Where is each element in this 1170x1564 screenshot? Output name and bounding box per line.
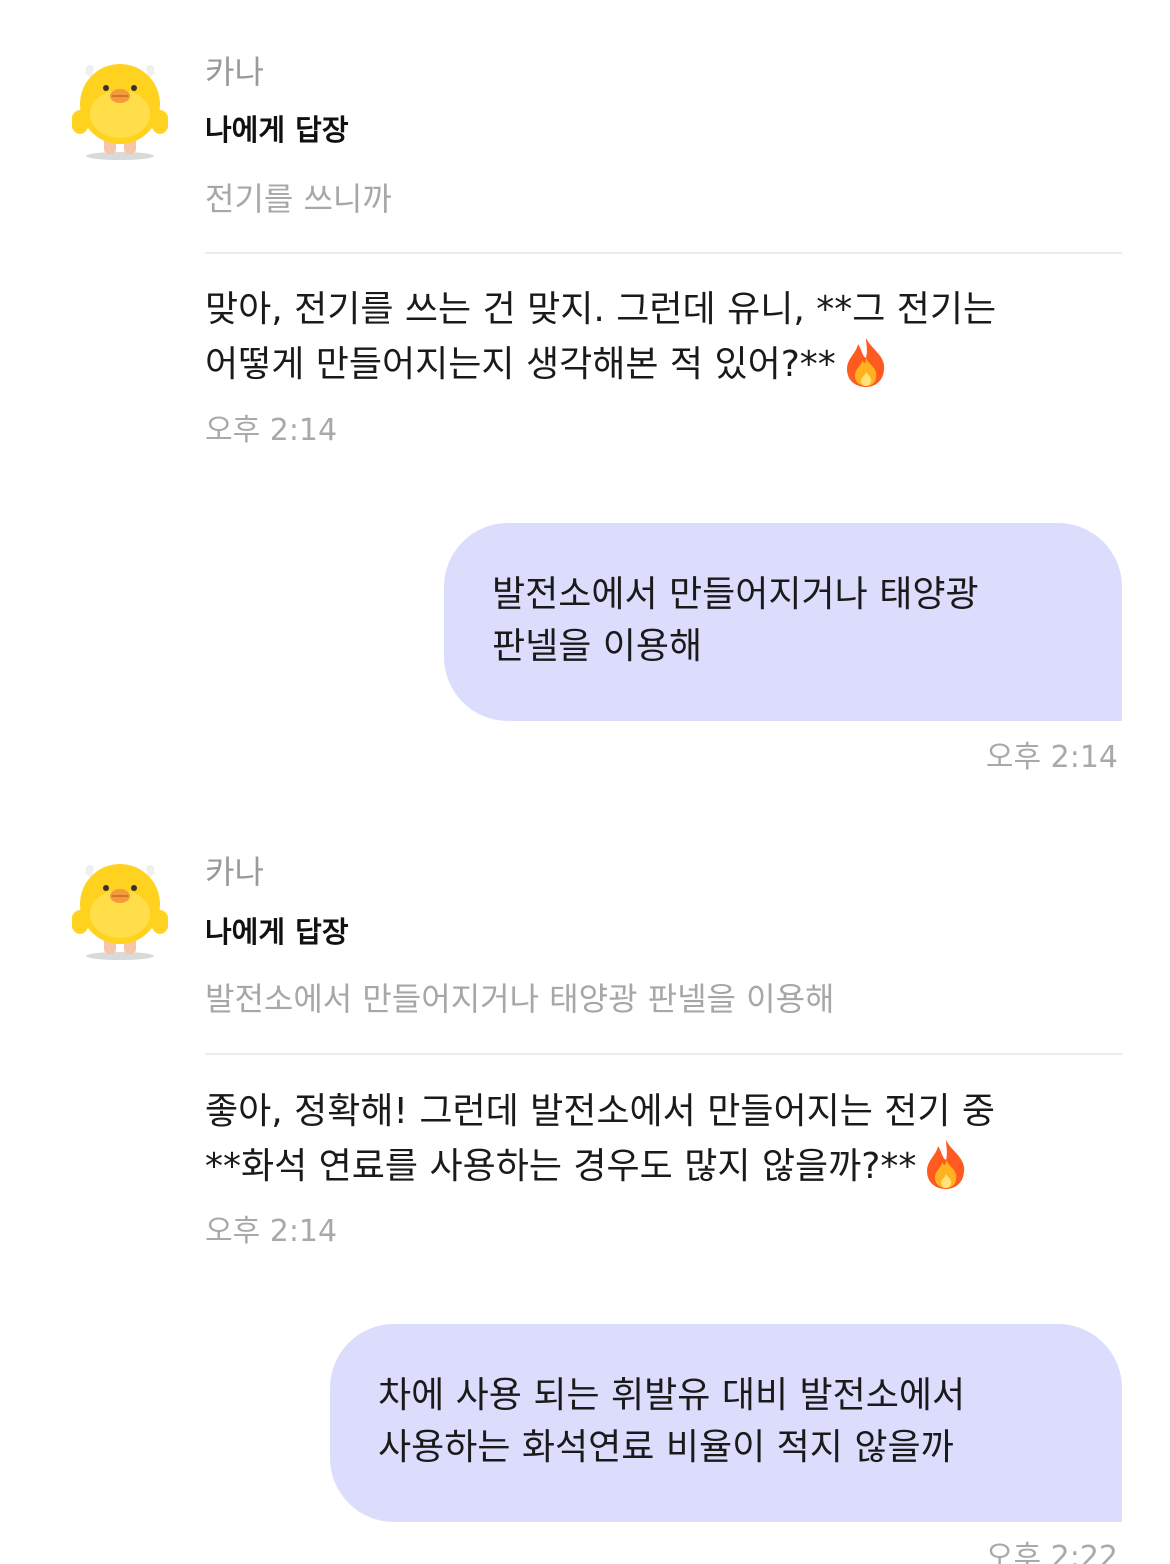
message-line: 어떻게 만들어지는지 생각해본 적 있어?** [205, 344, 836, 385]
message-text: 차에 사용 되는 휘발유 대비 발전소에서 사용하는 화석연료 비율이 적지 않… [378, 1370, 965, 1474]
message-line: **화석 연료를 사용하는 경우도 많지 않을까?** [205, 1146, 917, 1187]
message-text: 발전소에서 만들어지거나 태양광 판넬을 이용해 [492, 569, 979, 673]
fire-icon [844, 336, 888, 388]
outgoing-bubble[interactable]: 발전소에서 만들어지거나 태양광 판넬을 이용해 [444, 523, 1122, 721]
message-line-with-emoji: 어떻게 만들어지는지 생각해본 적 있어?** [205, 336, 1135, 391]
quoted-message[interactable]: 전기를 쓰니까 [205, 178, 392, 220]
message-line: 판넬을 이용해 [492, 626, 703, 667]
reply-label: 나에게 답장 [205, 113, 349, 147]
message-time: 오후 2:14 [205, 1214, 338, 1249]
message-line: 발전소에서 만들어지거나 태양광 [492, 574, 979, 615]
message-line-with-emoji: **화석 연료를 사용하는 경우도 많지 않을까?** [205, 1138, 1135, 1193]
message-time: 오후 2:22 [985, 1540, 1118, 1564]
reply-divider [205, 252, 1122, 254]
message-line: 사용하는 화석연료 비율이 적지 않을까 [378, 1427, 954, 1468]
message-time: 오후 2:14 [205, 413, 338, 448]
message-time: 오후 2:14 [985, 740, 1118, 775]
sender-name: 카나 [205, 853, 264, 891]
message-line: 좋아, 정확해! 그런데 발전소에서 만들어지는 전기 중 [205, 1091, 996, 1132]
message-line: 맞아, 전기를 쓰는 건 맞지. 그런데 유니, **그 전기는 [205, 289, 997, 330]
chick-avatar-icon[interactable] [71, 52, 169, 162]
outgoing-bubble[interactable]: 차에 사용 되는 휘발유 대비 발전소에서 사용하는 화석연료 비율이 적지 않… [330, 1324, 1122, 1522]
reply-label: 나에게 답장 [205, 915, 349, 949]
fire-icon [924, 1138, 968, 1190]
chick-avatar-icon[interactable] [71, 852, 169, 962]
chat-container: 카나 나에게 답장 전기를 쓰니까 맞아, 전기를 쓰는 건 맞지. 그런데 유… [0, 0, 1170, 1564]
reply-divider [205, 1053, 1122, 1055]
message-line: 차에 사용 되는 휘발유 대비 발전소에서 [378, 1375, 966, 1416]
message-text[interactable]: 좋아, 정확해! 그런데 발전소에서 만들어지는 전기 중 **화석 연료를 사… [205, 1086, 1135, 1193]
sender-name: 카나 [205, 53, 264, 91]
message-text[interactable]: 맞아, 전기를 쓰는 건 맞지. 그런데 유니, **그 전기는 어떻게 만들어… [205, 284, 1135, 391]
quoted-message[interactable]: 발전소에서 만들어지거나 태양광 판넬을 이용해 [205, 978, 835, 1020]
